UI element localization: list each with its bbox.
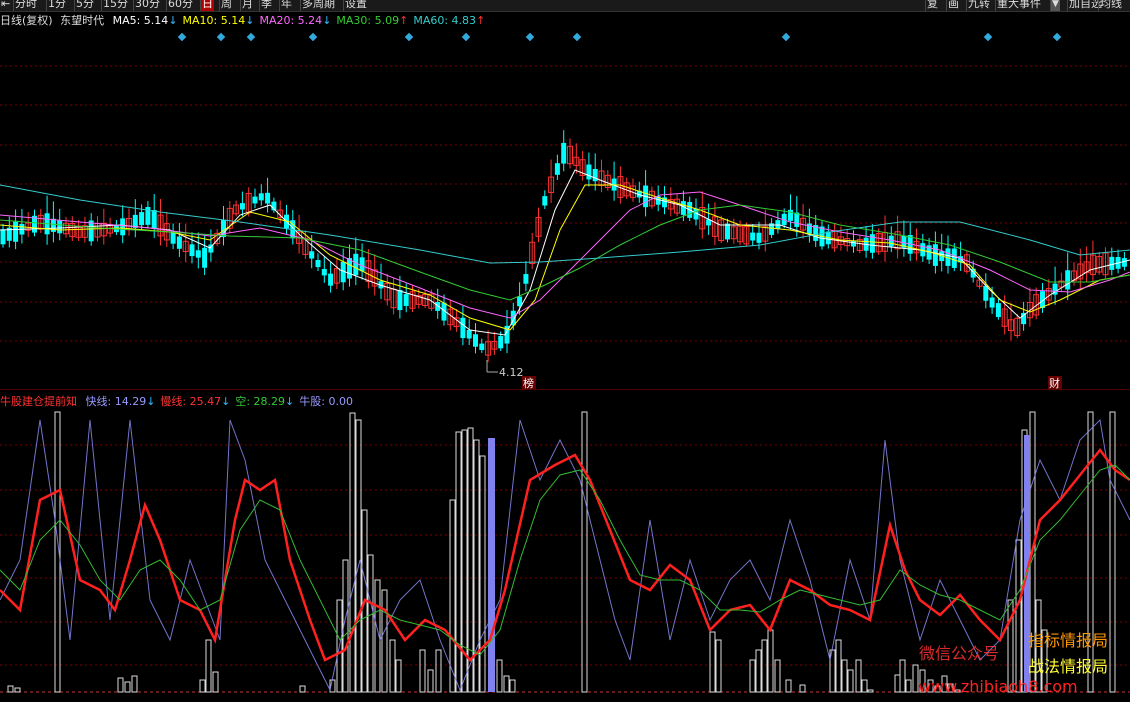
watermark-tactic-bureau: 战法情报局	[1028, 657, 1109, 676]
ind-bar-67	[1109, 411, 1116, 693]
ind-bar-24	[449, 499, 456, 693]
ind-bar-3	[117, 677, 124, 693]
watermark-url: www.zhibiaoh8.com	[918, 677, 1078, 696]
ind-bar-22	[427, 669, 434, 693]
ind-bar-33	[581, 411, 588, 693]
ind-bar-0	[7, 685, 14, 693]
air-line	[0, 464, 1130, 656]
ind-bar-41	[785, 679, 792, 693]
ind-bar-35	[715, 639, 722, 693]
ind-bar-49	[867, 689, 874, 693]
ind-bar-32	[509, 679, 516, 693]
ind-bar-52	[905, 679, 912, 693]
ind-bar-23	[435, 649, 442, 693]
ind-bar-61	[1015, 539, 1022, 693]
watermark-indicator-bureau: 指标情报局	[1028, 631, 1109, 650]
bull-bar-1	[488, 438, 495, 692]
ind-bar-44	[835, 639, 842, 693]
watermark-wechat: 微信公众号	[919, 644, 1000, 663]
indicator-chart[interactable]	[0, 0, 1130, 702]
ind-bar-18	[381, 589, 388, 693]
ind-bar-42	[799, 684, 806, 693]
ind-bar-46	[847, 669, 854, 693]
ind-bar-19	[389, 639, 396, 693]
ind-bar-21	[419, 649, 426, 693]
slow-line	[0, 447, 1130, 662]
ind-bar-39	[767, 629, 774, 693]
ind-bar-29	[479, 455, 486, 693]
ind-bar-38	[761, 639, 768, 693]
ind-bar-5	[131, 675, 138, 693]
ind-bar-7	[205, 639, 212, 693]
ind-bar-16	[367, 554, 374, 693]
ind-bar-34	[709, 631, 716, 693]
ind-bar-48	[861, 679, 868, 693]
ind-bar-6	[199, 679, 206, 693]
ind-bar-9	[299, 685, 306, 693]
ind-bar-13	[349, 412, 356, 693]
ind-bar-37	[755, 649, 762, 693]
ind-bar-4	[124, 681, 131, 693]
ind-bar-27	[467, 427, 474, 693]
ind-bar-8	[212, 671, 219, 693]
ind-bar-31	[503, 675, 510, 693]
ind-bar-1	[14, 687, 21, 693]
ind-bar-50	[894, 674, 901, 693]
ind-bar-25	[455, 431, 462, 693]
ind-bar-14	[355, 419, 362, 693]
